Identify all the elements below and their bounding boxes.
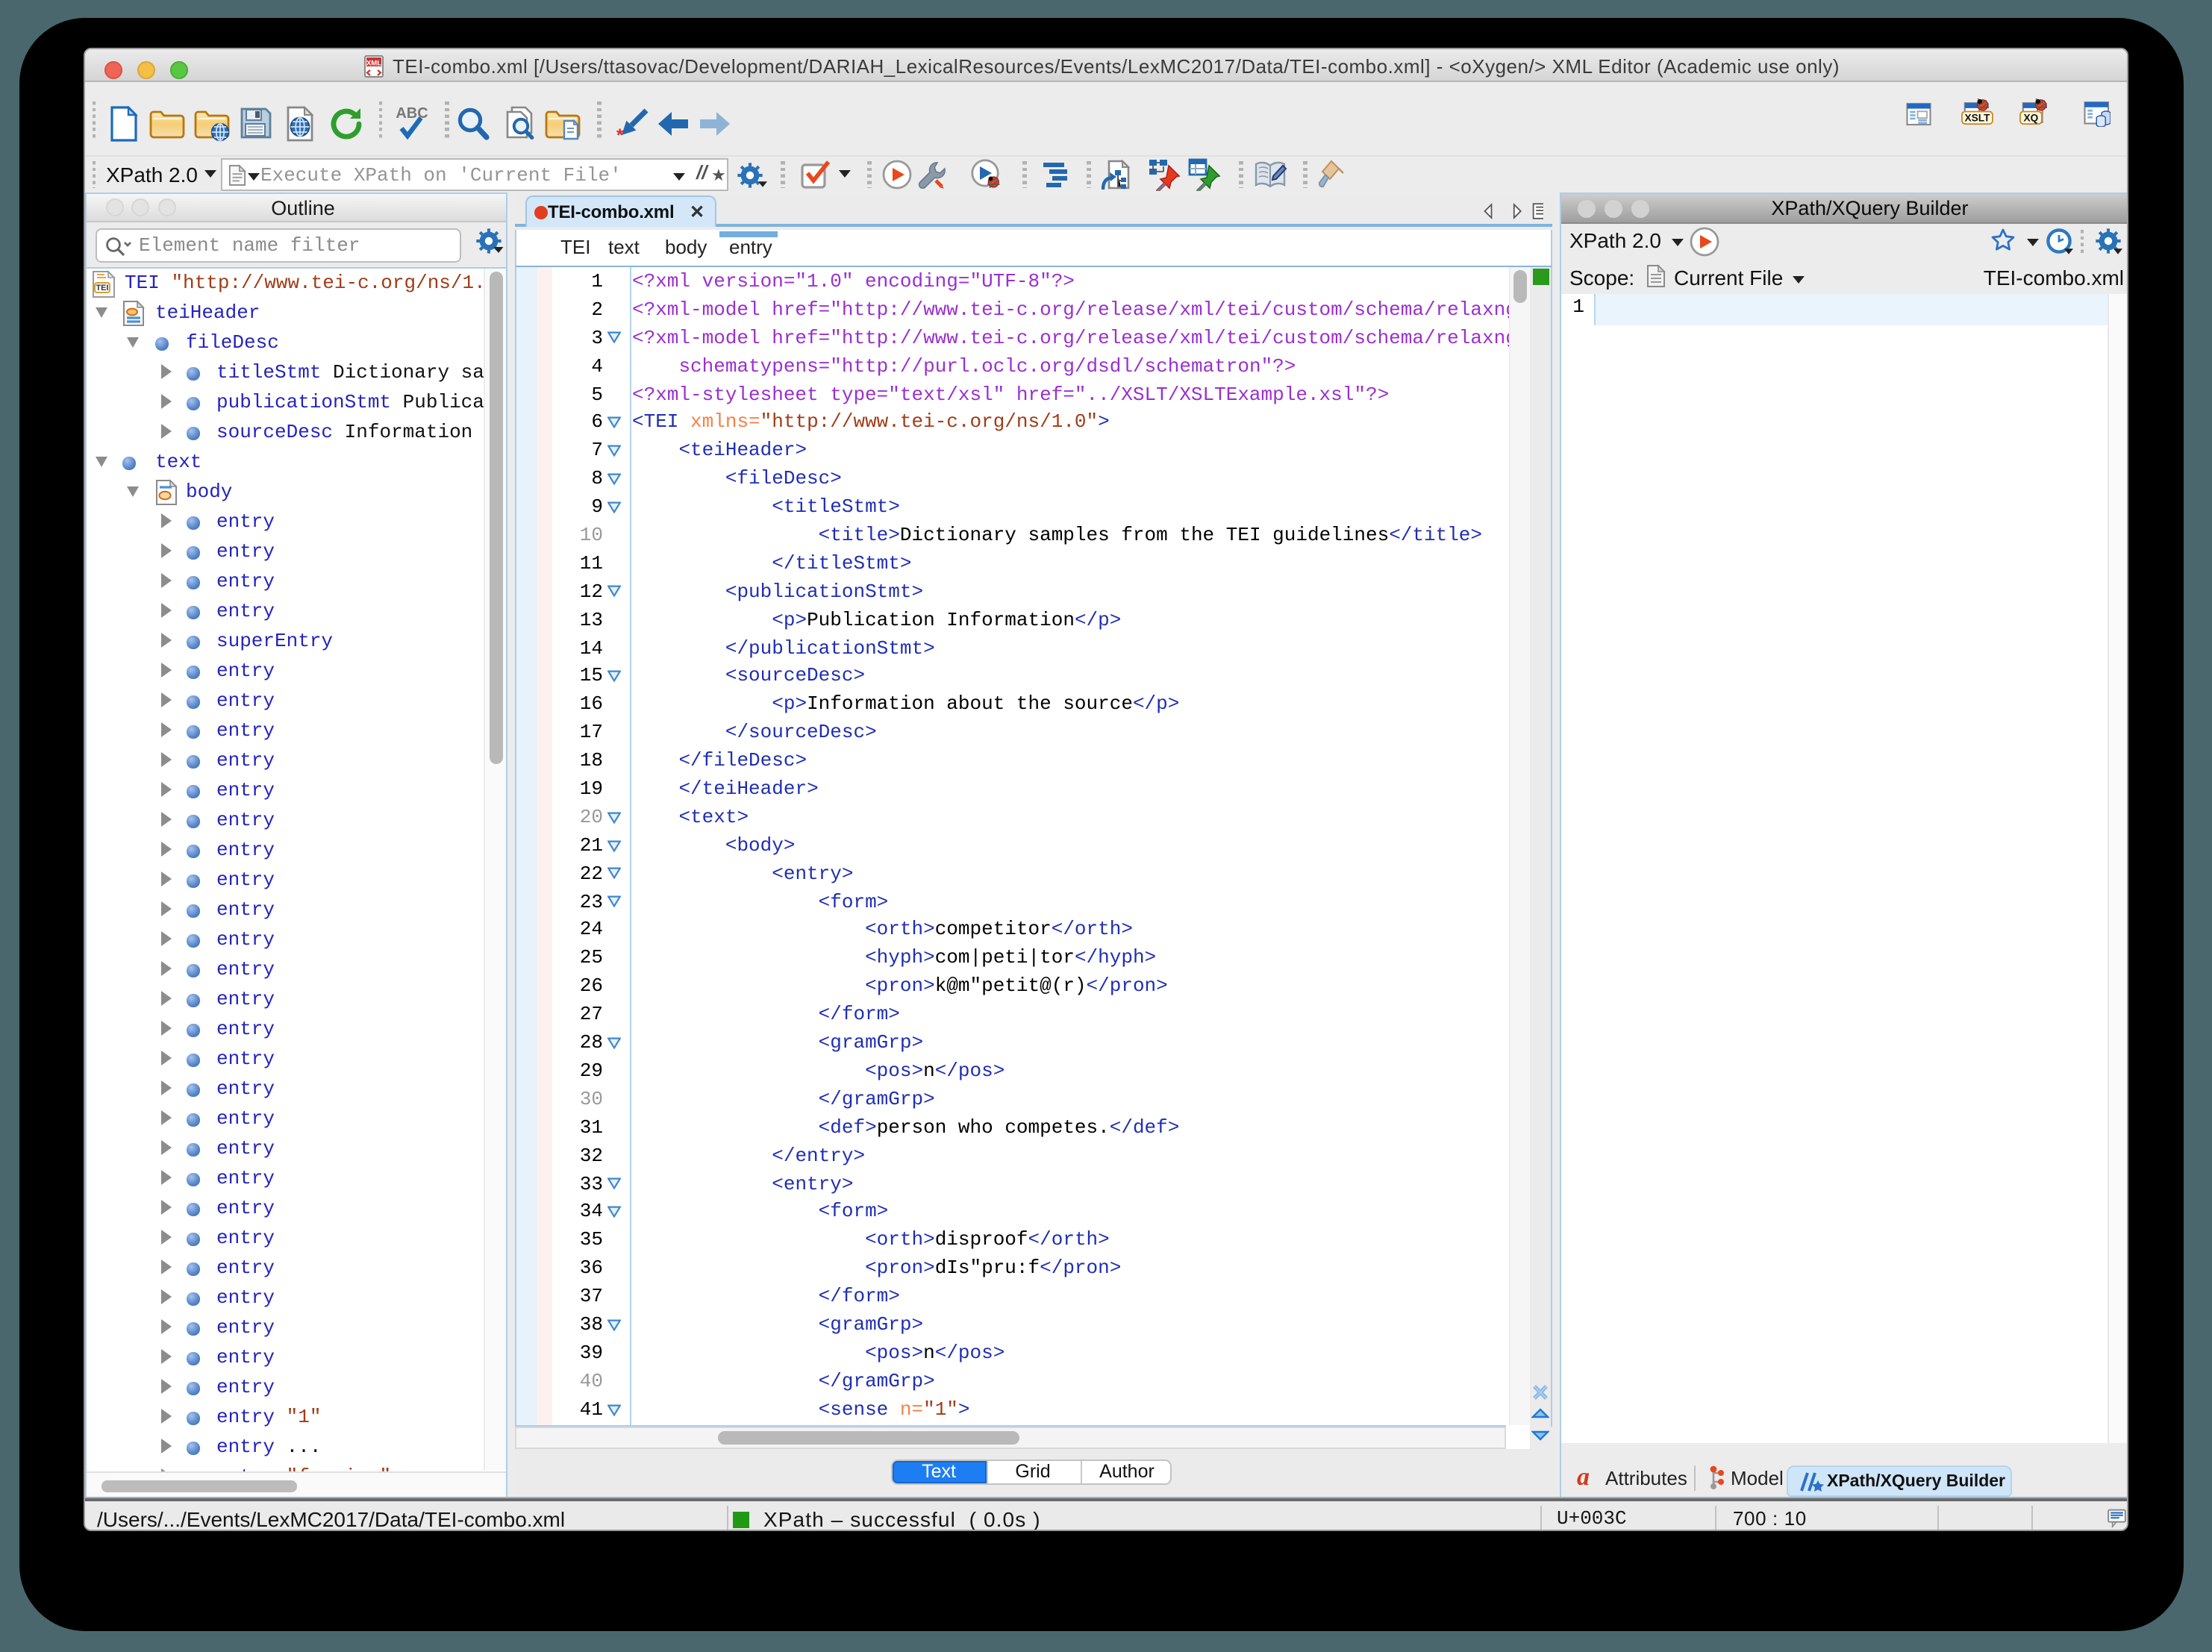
svg-text:XQ: XQ [2024,112,2039,123]
svg-text:XSLT: XSLT [1964,112,1990,123]
svg-text:XML: XML [366,59,381,67]
svg-text:TEI: TEI [96,284,108,292]
svg-text:*: * [616,125,623,141]
svg-text:ABC: ABC [395,104,427,121]
